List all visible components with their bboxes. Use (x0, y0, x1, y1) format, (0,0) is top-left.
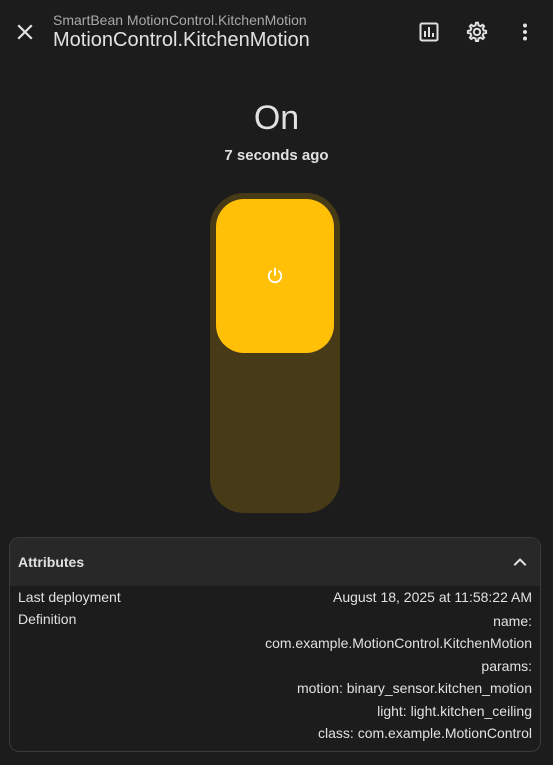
gear-icon (466, 21, 488, 42)
page-title: MotionControl.KitchenMotion (53, 29, 310, 51)
attribute-value-definition: name: com.example.MotionControl.KitchenM… (265, 610, 532, 744)
dots-vertical-icon (523, 23, 527, 41)
attributes-panel: Attributes Last deployment August 18, 20… (9, 537, 541, 752)
attribute-key-last-deployment: Last deployment (18, 589, 121, 605)
definition-line: params: (481, 657, 532, 674)
last-changed-time: 7 seconds ago (224, 147, 329, 164)
power-toggle-thumb[interactable] (216, 199, 334, 353)
chart-box-icon (419, 22, 439, 42)
attributes-expander[interactable]: Attributes (10, 538, 540, 586)
settings-button[interactable] (457, 12, 497, 52)
definition-line: name: (493, 613, 532, 629)
attributes-title: Attributes (18, 554, 85, 570)
header-titles: SmartBean MotionControl.KitchenMotion Mo… (53, 12, 393, 52)
dialog-header: SmartBean MotionControl.KitchenMotion Mo… (0, 0, 553, 64)
definition-line: class: com.example.MotionControl (318, 725, 532, 742)
power-toggle[interactable] (210, 193, 340, 513)
power-icon (267, 267, 283, 284)
history-button[interactable] (409, 12, 449, 52)
definition-line: com.example.MotionControl.KitchenMotion (265, 635, 532, 652)
close-button[interactable] (5, 12, 45, 52)
definition-line: motion: binary_sensor.kitchen_motion (296, 680, 532, 697)
attribute-value-last-deployment: August 18, 2025 at 11:58:22 AM (332, 589, 532, 605)
chevron-up-icon (513, 558, 527, 566)
breadcrumb: SmartBean MotionControl.KitchenMotion (53, 12, 307, 28)
close-icon (17, 24, 33, 40)
more-options-button[interactable] (505, 12, 545, 52)
attribute-key-definition: Definition (18, 611, 77, 627)
state-value: On (253, 99, 300, 137)
definition-line: light: light.kitchen_ceiling (377, 702, 532, 719)
